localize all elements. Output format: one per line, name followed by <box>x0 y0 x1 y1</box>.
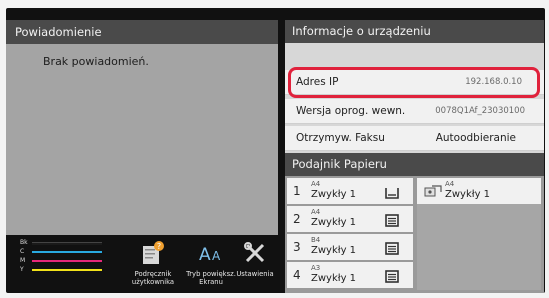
ip-highlight-frame <box>288 67 540 98</box>
fax-receive-row[interactable]: Otrzymyw. Faksu Autoodbieranie <box>285 126 544 151</box>
toner-label-yellow: Y <box>20 266 24 273</box>
tray-4[interactable]: 4 A3 Zwykły 1 <box>287 262 413 288</box>
settings-tools-icon <box>230 238 280 268</box>
tray-3-size: B4 <box>311 236 321 244</box>
settings-button[interactable]: Ustawienia <box>230 238 280 278</box>
toner-label-black: Bk <box>20 239 28 246</box>
tray-1[interactable]: 1 A4 Zwykły 1 <box>287 178 413 204</box>
toner-bar-magenta <box>32 260 102 262</box>
paper-tray-title: Podajnik Papieru <box>285 153 544 176</box>
toner-label-cyan: C <box>20 248 25 255</box>
firmware-version-value: 0078Q1Af_23030100 <box>435 106 525 116</box>
paper-tray-panel: Podajnik Papieru 1 A4 Zwykły 1 2 A4 Zwyk… <box>285 153 544 293</box>
toner-bar-black <box>32 242 102 245</box>
settings-label: Ustawienia <box>236 270 274 278</box>
svg-text:A: A <box>212 249 221 263</box>
tray-full-icon <box>385 212 399 231</box>
toner-row-cyan: C <box>20 248 102 256</box>
tray-2-type: Zwykły 1 <box>311 217 357 228</box>
firmware-version-label: Wersja oprog. wewn. <box>296 105 406 117</box>
toner-row-black: Bk <box>20 239 102 247</box>
notification-list: Brak powiadomień. <box>6 44 278 235</box>
tray-full-icon <box>385 240 399 259</box>
toner-label-magenta: M <box>20 257 26 264</box>
bypass-tray-icon <box>424 183 442 202</box>
tray-4-type: Zwykły 1 <box>311 273 357 284</box>
bypass-area <box>417 204 541 290</box>
tray-2-size: A4 <box>311 208 321 216</box>
user-manual-label-1: Podręcznik <box>134 270 172 278</box>
svg-text:?: ? <box>157 242 161 251</box>
device-info-panel: Informacje o urządzeniu Adres IP 192.168… <box>285 20 544 153</box>
tray-4-number: 4 <box>293 268 301 282</box>
tray-open-icon <box>385 184 399 203</box>
toner-row-magenta: M <box>20 257 102 265</box>
user-manual-label-2: użytkownika <box>131 278 175 286</box>
tray-full-icon <box>385 268 399 287</box>
tray-1-size: A4 <box>311 180 321 188</box>
manual-icon: ? <box>126 238 180 268</box>
firmware-version-row[interactable]: Wersja oprog. wewn. 0078Q1Af_23030100 <box>285 99 544 124</box>
svg-text:A: A <box>199 245 211 265</box>
zoom-mode-label-2: Ekranu <box>199 278 223 286</box>
toner-row-yellow: Y <box>20 266 102 274</box>
bypass-tray[interactable]: A4 Zwykły 1 <box>417 178 541 204</box>
fax-receive-value: Autoodbieranie <box>435 132 516 144</box>
tray-3-number: 3 <box>293 240 301 254</box>
toner-levels[interactable]: Bk C M Y <box>20 239 102 273</box>
notification-title: Powiadomienie <box>6 20 278 44</box>
tray-2[interactable]: 2 A4 Zwykły 1 <box>287 206 413 232</box>
bypass-type: Zwykły 1 <box>445 189 491 200</box>
tray-3-type: Zwykły 1 <box>311 245 357 256</box>
user-manual-button[interactable]: ? Podręcznik użytkownika <box>126 238 180 286</box>
fax-receive-label: Otrzymyw. Faksu <box>296 132 385 144</box>
tray-2-number: 2 <box>293 212 301 226</box>
tray-3[interactable]: 3 B4 Zwykły 1 <box>287 234 413 260</box>
tray-1-type: Zwykły 1 <box>311 189 357 200</box>
no-notifications-text: Brak powiadomień. <box>43 55 149 68</box>
tray-4-size: A3 <box>311 264 321 272</box>
device-info-title: Informacje o urządzeniu <box>285 20 544 43</box>
bypass-size: A4 <box>445 180 455 188</box>
toner-bar-cyan <box>32 251 102 253</box>
printer-screen: Powiadomienie Brak powiadomień. Bk C M Y <box>6 8 545 293</box>
notification-panel[interactable]: Powiadomienie Brak powiadomień. <box>6 20 278 235</box>
tray-1-number: 1 <box>293 184 301 198</box>
toner-bar-yellow <box>32 269 102 271</box>
